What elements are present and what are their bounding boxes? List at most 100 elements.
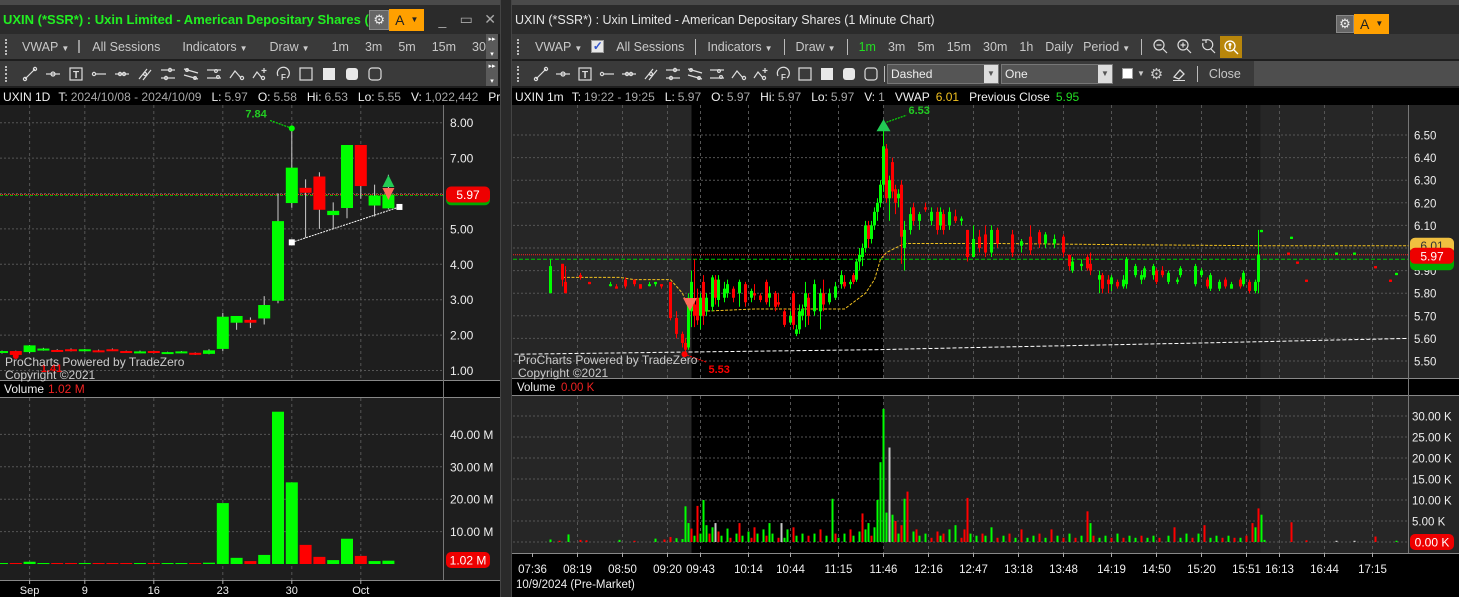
indicators-dropdown[interactable]: Indicators ▼	[702, 40, 777, 54]
channel-button[interactable]	[684, 64, 706, 84]
candle	[930, 211, 933, 221]
draw-dropdown[interactable]: Draw ▼	[791, 40, 841, 54]
rectangle-filled-button[interactable]	[317, 64, 340, 84]
candle	[1209, 275, 1212, 289]
interval-30m[interactable]: 30m	[467, 40, 486, 54]
pitchfork-button[interactable]	[706, 64, 728, 84]
left-settings-button[interactable]: ⚙	[369, 9, 390, 30]
interval-3m[interactable]: 3m	[883, 40, 910, 54]
interval-1m[interactable]: 1m	[327, 40, 354, 54]
toolbar-grip[interactable]	[517, 38, 520, 55]
drawing-settings-button[interactable]: ⚙	[1145, 64, 1168, 84]
add-point-button[interactable]	[750, 64, 772, 84]
period-dropdown[interactable]: Period ▼	[1078, 40, 1135, 54]
reset-zoom-button[interactable]	[1196, 36, 1219, 56]
panel-splitter[interactable]	[500, 0, 512, 597]
add-point-button[interactable]	[248, 64, 271, 84]
rounded-rect-filled-button[interactable]	[340, 64, 363, 84]
rounded-rect-outline-button[interactable]	[860, 64, 882, 84]
zigzag-button[interactable]	[728, 64, 750, 84]
all-sessions-checkbox[interactable]	[78, 40, 81, 53]
interval-1h[interactable]: 1h	[1014, 40, 1038, 54]
dotted-line-button[interactable]	[618, 64, 640, 84]
close-toolbar-button[interactable]: Close	[1204, 67, 1246, 81]
minimize-button[interactable]: _	[432, 12, 452, 28]
rectangle-outline-button[interactable]	[294, 64, 317, 84]
left-account-button[interactable]: A ▼	[389, 8, 425, 31]
channel-button[interactable]	[179, 64, 202, 84]
right-main-toolbar: VWAP ▼ ✓ All Sessions Indicators ▼ Draw ▼ 1…	[512, 34, 1459, 59]
rectangle-filled-button[interactable]	[816, 64, 838, 84]
candle	[750, 290, 753, 298]
horizontal-line-button[interactable]	[596, 64, 618, 84]
interval-15m[interactable]: 15m	[427, 40, 461, 54]
interval-5m[interactable]: 5m	[912, 40, 939, 54]
interval-15m[interactable]: 15m	[942, 40, 976, 54]
vwap-dropdown[interactable]: VWAP ▼	[530, 40, 587, 54]
fib-levels-button[interactable]	[156, 64, 179, 84]
toolbar-overflow-button[interactable]: ▸▸ ▾	[486, 34, 498, 59]
zoom-out-button[interactable]	[1148, 36, 1171, 56]
pitchfork-button[interactable]	[202, 64, 225, 84]
fib-fan-button[interactable]: F	[772, 64, 794, 84]
toolbar-overflow-button[interactable]: ▸▸ ▾	[486, 61, 498, 86]
candle	[942, 214, 945, 230]
zoom-in-button[interactable]	[1172, 36, 1195, 56]
all-sessions-label[interactable]: All Sessions	[611, 40, 689, 54]
interval-3m[interactable]: 3m	[360, 40, 387, 54]
rounded-rect-filled-button[interactable]	[838, 64, 860, 84]
close-window-button[interactable]: ✕	[480, 11, 500, 28]
rounded-rect-outline-button[interactable]	[363, 64, 386, 84]
zoom-lock-button[interactable]	[1220, 35, 1243, 58]
line-style-dropdown[interactable]: Dashed ▼	[887, 63, 999, 84]
rectangle-outline-button[interactable]	[794, 64, 816, 84]
high-marker-label: 7.84	[245, 108, 267, 120]
horizontal-ray-button[interactable]	[552, 64, 574, 84]
candle	[1260, 229, 1263, 233]
parallel-lines-button[interactable]	[640, 64, 662, 84]
interval-daily[interactable]: Daily	[1040, 40, 1078, 54]
all-sessions-label[interactable]: All Sessions	[87, 40, 165, 54]
toolbar-grip[interactable]	[5, 65, 8, 82]
horizontal-ray-button[interactable]	[41, 64, 64, 84]
chevron-down-icon: ▼	[764, 43, 773, 53]
interval-5m[interactable]: 5m	[393, 40, 420, 54]
text-button[interactable]: T	[64, 64, 87, 84]
parallel-lines-button[interactable]	[133, 64, 156, 84]
trend-line-button[interactable]	[18, 64, 41, 84]
horizontal-line-button[interactable]	[87, 64, 110, 84]
daily-chart[interactable]: 8.007.006.005.004.003.002.001.0040.00 M3…	[0, 105, 500, 597]
volume-bar	[699, 533, 702, 542]
line-width-dropdown[interactable]: One ▼	[1001, 63, 1113, 84]
volume-bar	[244, 561, 257, 564]
toolbar-grip[interactable]	[517, 65, 520, 82]
chevron-down-icon[interactable]: ▼	[1137, 69, 1145, 78]
volume-bar	[558, 540, 561, 542]
minute-chart[interactable]: 6.506.406.306.206.105.905.805.705.605.50…	[512, 105, 1459, 597]
trend-line-button[interactable]	[530, 64, 552, 84]
zigzag-button[interactable]	[225, 64, 248, 84]
interval-1m[interactable]: 1m	[854, 40, 881, 54]
indicators-dropdown[interactable]: Indicators ▼	[177, 40, 252, 54]
line-color-swatch[interactable]	[1122, 68, 1133, 79]
erase-drawings-button[interactable]	[1168, 64, 1191, 84]
draw-dropdown[interactable]: Draw ▼	[265, 40, 315, 54]
vwap-dropdown[interactable]: VWAP ▼	[17, 40, 74, 54]
right-settings-button[interactable]: ⚙	[1336, 14, 1354, 33]
left-title-bar[interactable]: UXIN (*SSR*) : Uxin Limited - American D…	[0, 5, 500, 34]
interval-30m[interactable]: 30m	[978, 40, 1012, 54]
fib-fan-button[interactable]: F	[271, 64, 294, 84]
right-title-bar[interactable]: UXIN (*SSR*) : Uxin Limited - American D…	[512, 5, 1459, 34]
candle	[368, 195, 381, 206]
text-button[interactable]: T	[574, 64, 596, 84]
candle	[1152, 266, 1155, 276]
dotted-line-button[interactable]	[110, 64, 133, 84]
fib-levels-button[interactable]	[662, 64, 684, 84]
right-account-button[interactable]: A ▼	[1354, 13, 1390, 34]
volume-bar	[681, 539, 684, 542]
candle	[1305, 279, 1308, 282]
all-sessions-checkbox[interactable]: ✓	[591, 40, 605, 53]
toolbar-grip[interactable]	[5, 38, 7, 55]
maximize-button[interactable]: ▭	[456, 11, 476, 28]
volume-bar	[1395, 540, 1398, 542]
